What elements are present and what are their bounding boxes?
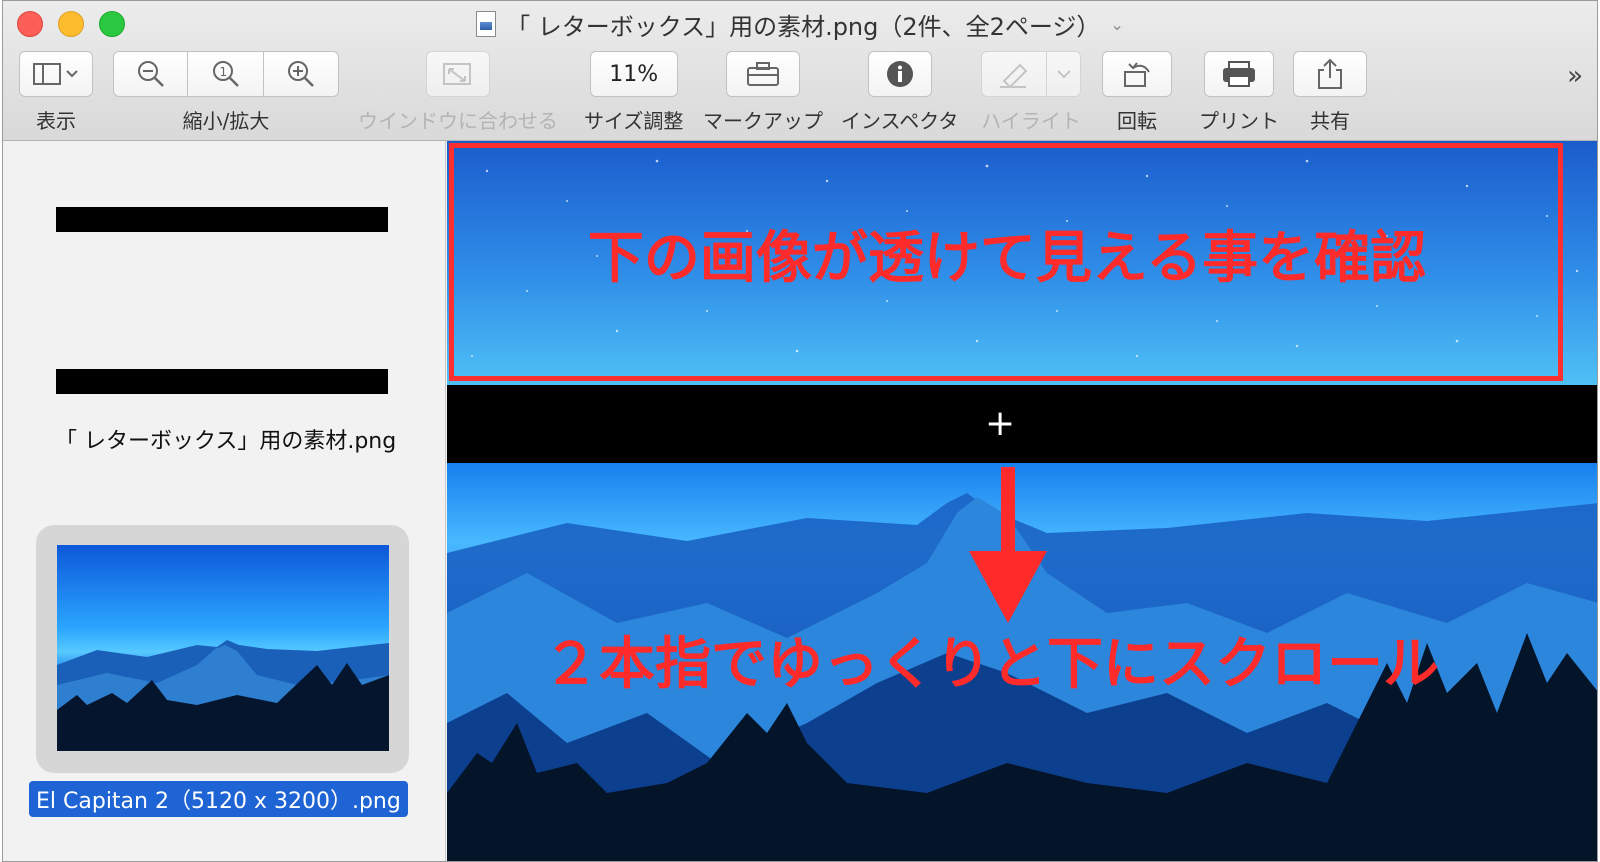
highlight-menu-button[interactable] [1047, 51, 1081, 97]
rotate-icon [1124, 62, 1150, 87]
title-chevron-icon[interactable]: ⌄ [1110, 15, 1123, 34]
letterbox-upper-area: 下の画像が透けて見える事を確認 [447, 141, 1597, 385]
document-view[interactable]: 下の画像が透けて見える事を確認 + ２本指でゆっくりと下にスクロール [447, 141, 1597, 861]
size-label: サイズ調整 [584, 109, 684, 133]
zoom-in-icon [288, 61, 314, 87]
sidebar-toggle-icon [33, 63, 78, 85]
view-tool: 表示 [19, 51, 93, 134]
info-icon [886, 61, 913, 87]
svg-text:1: 1 [219, 65, 227, 79]
annotation-bottom-text: ２本指でゆっくりと下にスクロール [543, 632, 1439, 697]
inspector-button[interactable] [867, 51, 932, 97]
actual-size-icon: 1 [212, 61, 239, 87]
highlight-label: ハイライト [981, 109, 1081, 133]
size-tool: 11% サイズ調整 [584, 51, 683, 134]
titlebar-toolbar: 「 レターボックス」用の素材.png（2件、全2ページ） ⌄ 表示 1 縮小/拡… [3, 1, 1597, 141]
sidebar-item-label-selected: El Capitan 2（5120 x 3200）.png [29, 781, 408, 817]
markup-label: マークアップ [703, 109, 823, 133]
rotate-button[interactable] [1102, 51, 1172, 97]
zoom-percent: 11% [609, 61, 659, 87]
markup-tool: マークアップ [703, 51, 823, 134]
highlighter-icon [1000, 63, 1028, 89]
share-button[interactable] [1293, 51, 1367, 97]
fit-window-icon [443, 63, 471, 85]
inspector-tool: インスペクタ [841, 51, 958, 134]
annotation-arrow-icon [969, 551, 1047, 623]
el-capitan-thumbnail [57, 545, 389, 751]
fit-window-tool: ウインドウに合わせる [358, 51, 558, 134]
share-tool: 共有 [1293, 51, 1367, 134]
share-label: 共有 [1310, 109, 1350, 133]
document-icon [476, 11, 497, 37]
actual-size-button[interactable]: 1 [188, 51, 264, 97]
preview-window: 「 レターボックス」用の素材.png（2件、全2ページ） ⌄ 表示 1 縮小/拡… [2, 0, 1598, 862]
rotate-tool: 回転 [1102, 51, 1172, 134]
rotate-label: 回転 [1117, 109, 1157, 133]
share-icon [1318, 58, 1342, 89]
letterbox-thumbnail-top-bar [56, 207, 388, 232]
printer-icon [1223, 61, 1255, 87]
toolbox-icon [747, 62, 779, 86]
zoom-out-icon [137, 61, 164, 87]
view-label: 表示 [36, 109, 76, 133]
toolbar-overflow-button[interactable]: » [1567, 61, 1583, 91]
sidebar-item-label: 「 レターボックス」用の素材.png [55, 429, 397, 454]
inspector-label: インスペクタ [841, 109, 959, 133]
zoom-label: 縮小/拡大 [182, 109, 270, 133]
zoom-out-button[interactable] [113, 51, 188, 97]
view-button[interactable] [19, 51, 93, 97]
thumbnail-selection-frame [36, 525, 409, 773]
print-button[interactable] [1204, 51, 1274, 97]
crosshair-cursor: + [985, 403, 1016, 444]
print-label: プリント [1199, 109, 1279, 133]
size-button[interactable]: 11% [589, 51, 678, 97]
annotation-arrow-shaft [1001, 467, 1015, 563]
annotation-top-text: 下の画像が透けて見える事を確認 [587, 226, 1427, 291]
zoom-tool: 1 縮小/拡大 [113, 51, 339, 134]
letterbox-thumbnail-bottom-bar [56, 369, 388, 394]
fit-window-label: ウインドウに合わせる [358, 109, 558, 133]
chevron-down-icon [1056, 70, 1071, 79]
window-title-area[interactable]: 「 レターボックス」用の素材.png（2件、全2ページ） ⌄ [3, 7, 1597, 41]
window-title: 「 レターボックス」用の素材.png（2件、全2ページ） [506, 12, 1101, 41]
fit-window-button[interactable] [426, 51, 490, 97]
zoom-in-button[interactable] [264, 51, 339, 97]
markup-button[interactable] [726, 51, 800, 97]
highlight-tool: ハイライト [981, 51, 1081, 134]
highlight-button[interactable] [981, 51, 1047, 97]
print-tool: プリント [1199, 51, 1279, 134]
thumbnail-sidebar: 「 レターボックス」用の素材.png El Capitan 2（5120 x 3… [3, 141, 446, 861]
